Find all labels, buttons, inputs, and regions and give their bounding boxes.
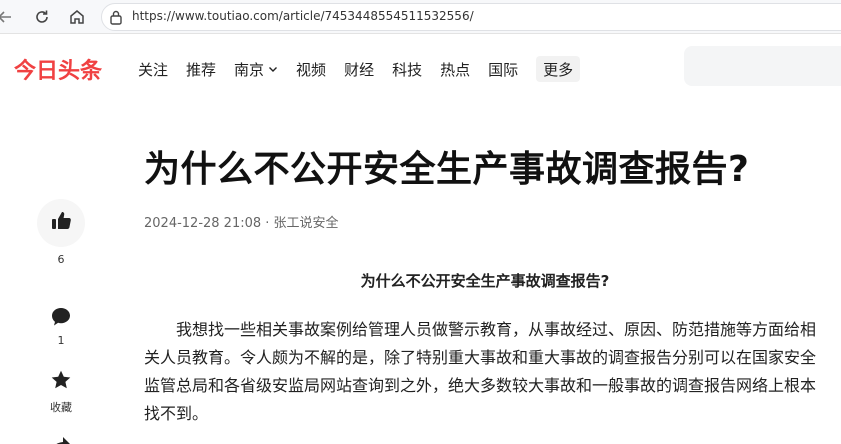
article-title: 为什么不公开安全生产事故调查报告? (144, 149, 750, 190)
like-action: 6 (37, 199, 85, 266)
article-meta: 2024-12-28 21:08 · 张工说安全 (144, 216, 339, 231)
favorite-label: 收藏 (50, 401, 72, 414)
home-icon[interactable] (66, 6, 88, 28)
article-subheading: 为什么不公开安全生产事故调查报告? (360, 272, 610, 290)
share-button[interactable] (37, 432, 85, 444)
nav-item-hot[interactable]: 热点 (440, 57, 470, 81)
article-paragraph: 我想找一些相关事故案例给管理人员做警示教育，从事故经过、原因、防范措施等方面给相… (144, 320, 817, 423)
share-action (37, 432, 85, 444)
thumbs-up-icon (50, 210, 72, 236)
site-logo[interactable]: 今日头条 (14, 53, 102, 85)
share-icon (50, 434, 72, 444)
star-icon (50, 369, 72, 395)
favorite-action: 收藏 (37, 367, 85, 415)
chevron-down-icon (268, 60, 278, 78)
reload-icon[interactable] (31, 6, 53, 28)
nav-item-follow[interactable]: 关注 (138, 57, 168, 81)
nav-item-world[interactable]: 国际 (488, 57, 518, 81)
channel-nav: 关注 推荐 南京 视频 财经 科技 热点 国际 更多 (138, 56, 581, 82)
nav-item-city-label: 南京 (234, 60, 265, 79)
nav-item-recommend[interactable]: 推荐 (186, 57, 216, 81)
nav-item-tech[interactable]: 科技 (392, 57, 422, 81)
favorite-button[interactable] (37, 367, 85, 397)
comment-action: 1 (37, 304, 85, 347)
nav-item-video[interactable]: 视频 (296, 57, 326, 81)
comment-count: 1 (57, 334, 65, 347)
nav-more-button[interactable]: 更多 (536, 56, 581, 82)
like-count: 6 (57, 253, 65, 266)
nav-item-city[interactable]: 南京 (234, 57, 278, 81)
comment-button[interactable] (37, 304, 85, 334)
comment-bubble-icon (50, 306, 72, 332)
site-header: 今日头条 关注 推荐 南京 视频 财经 科技 热点 国际 更多 (0, 34, 841, 100)
search-input[interactable] (684, 46, 841, 86)
nav-item-finance[interactable]: 财经 (344, 57, 374, 81)
address-bar[interactable]: https://www.toutiao.com/article/74534485… (101, 3, 841, 31)
url-text[interactable]: https://www.toutiao.com/article/74534485… (132, 9, 474, 23)
like-button[interactable] (37, 199, 85, 247)
lock-icon[interactable] (109, 9, 123, 29)
back-icon[interactable] (0, 6, 16, 28)
browser-toolbar: https://www.toutiao.com/article/74534485… (0, 0, 841, 34)
